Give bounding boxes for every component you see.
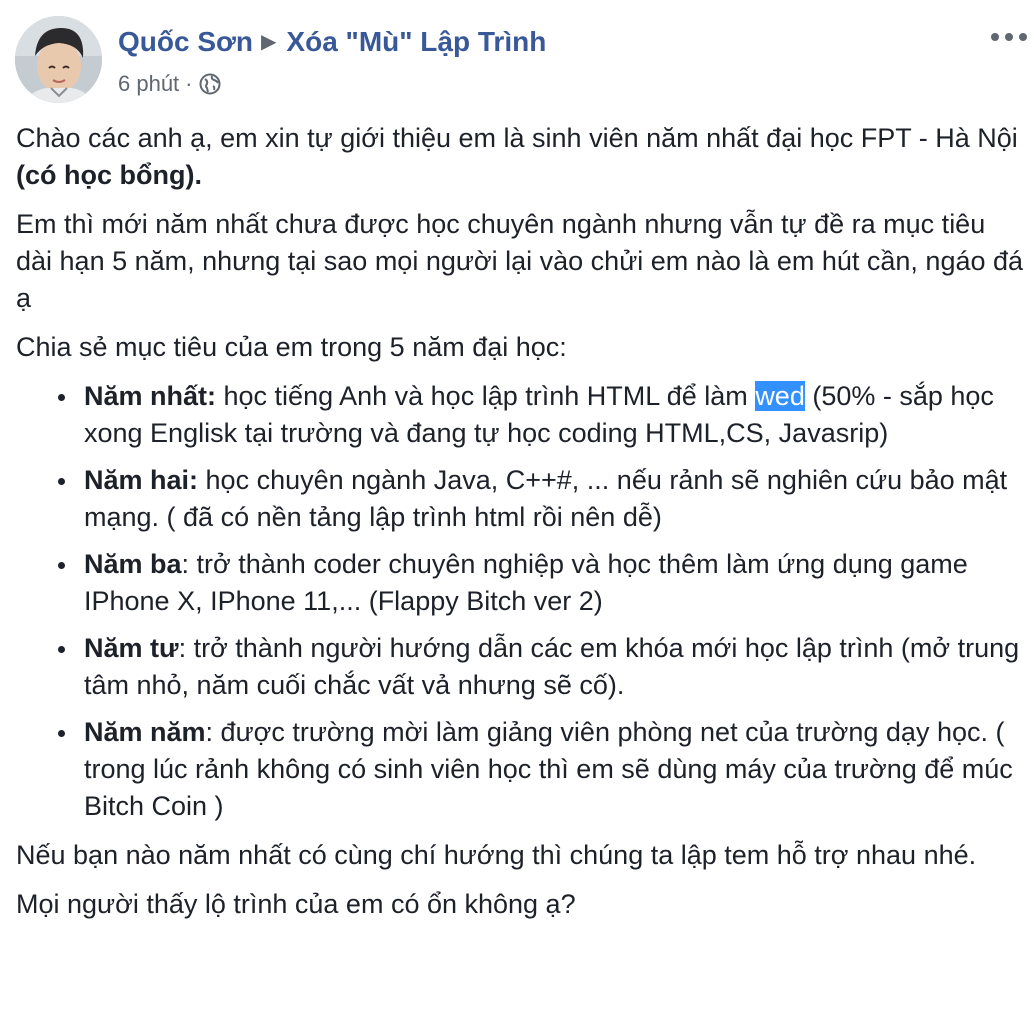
intro-paragraph: Chào các anh ạ, em xin tự giới thiệu em …: [16, 120, 1026, 194]
globe-icon[interactable]: [199, 73, 221, 95]
post-content: Chào các anh ạ, em xin tự giới thiệu em …: [16, 120, 1026, 935]
facebook-post: Quốc Sơn ▶ Xóa "Mù" Lập Trình 6 phút · Chà…: [0, 0, 1033, 1025]
triangle-right-icon: ▶: [261, 31, 277, 53]
goal-text: : được trường mời làm giảng viên phòng n…: [84, 717, 1013, 821]
goal-label: Năm năm: [84, 717, 206, 747]
goals-list: Năm nhất: học tiếng Anh và học lập trình…: [16, 378, 1026, 825]
scholarship-note: (có học bổng).: [16, 160, 202, 190]
more-options-icon[interactable]: [991, 30, 1027, 44]
intro-text: Chào các anh ạ, em xin tự giới thiệu em …: [16, 123, 1018, 153]
goal-label: Năm tư: [84, 633, 179, 663]
closing-question: Mọi người thấy lộ trình của em có ổn khô…: [16, 889, 576, 919]
goal-label: Năm ba: [84, 549, 182, 579]
goal-paragraph: Em thì mới năm nhất chưa được học chuyên…: [16, 209, 1024, 313]
selected-text[interactable]: wed: [755, 381, 805, 411]
list-item: Năm nhất: học tiếng Anh và học lập trình…: [58, 378, 1026, 452]
list-item: Năm hai: học chuyên ngành Java, C++#, ..…: [58, 462, 1026, 536]
group-name[interactable]: Xóa "Mù" Lập Trình: [286, 26, 546, 57]
list-item: Năm tư: trở thành người hướng dẫn các em…: [58, 630, 1026, 704]
list-item: Năm năm: được trường mời làm giảng viên …: [58, 714, 1026, 825]
post-meta: 6 phút ·: [118, 70, 221, 98]
list-item: Năm ba: trở thành coder chuyên nghiệp và…: [58, 546, 1026, 620]
goal-text: : trở thành người hướng dẫn các em khóa …: [84, 633, 1020, 700]
post-time[interactable]: 6 phút: [118, 70, 179, 98]
goal-label: Năm nhất:: [84, 381, 217, 411]
avatar-photo: [15, 16, 102, 103]
avatar[interactable]: [15, 16, 102, 103]
meta-separator: ·: [185, 71, 193, 96]
post-header: Quốc Sơn ▶ Xóa "Mù" Lập Trình: [118, 24, 546, 63]
goal-label: Năm hai:: [84, 465, 199, 495]
goal-text: : trở thành coder chuyên nghiệp và học t…: [84, 549, 968, 616]
list-intro: Chia sẻ mục tiêu của em trong 5 năm đại …: [16, 332, 567, 362]
author-name[interactable]: Quốc Sơn: [118, 26, 253, 57]
goal-text: học chuyên ngành Java, C++#, ... nếu rản…: [84, 465, 1008, 532]
goal-text: học tiếng Anh và học lập trình HTML để l…: [216, 381, 756, 411]
closing-paragraph: Nếu bạn nào năm nhất có cùng chí hướng t…: [16, 840, 977, 870]
